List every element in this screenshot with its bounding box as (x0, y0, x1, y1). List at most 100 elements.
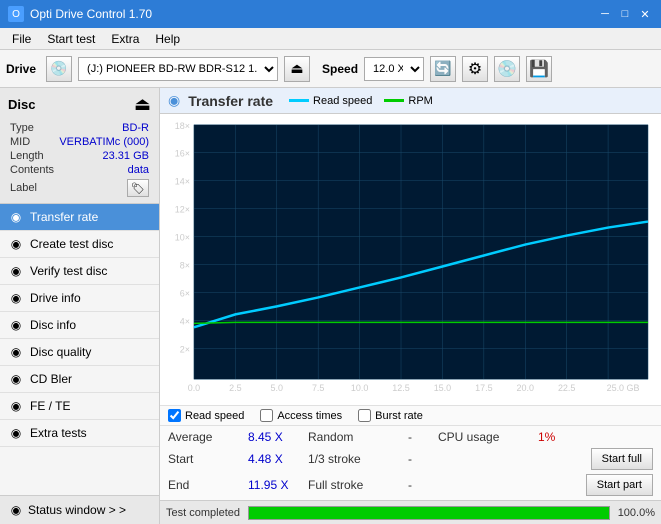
start-part-button[interactable]: Start part (586, 474, 653, 496)
sidebar-item-label: Create test disc (30, 237, 113, 251)
chart-header: ◉ Transfer rate Read speed RPM (160, 88, 661, 114)
sidebar-item-transfer-rate[interactable]: ◉ Transfer rate (0, 204, 159, 231)
sidebar-item-drive-info[interactable]: ◉ Drive info (0, 285, 159, 312)
eject-button[interactable]: ⏏ (284, 56, 310, 82)
app-title: Opti Drive Control 1.70 (30, 7, 152, 21)
average-value: 8.45 X (248, 430, 308, 444)
disc-length-row: Length 23.31 GB (4, 149, 155, 163)
start-full-button[interactable]: Start full (591, 448, 653, 470)
svg-text:16×: 16× (175, 149, 190, 159)
status-text: Test completed (166, 507, 240, 519)
window-controls[interactable]: ─ □ ✕ (597, 6, 653, 22)
read-speed-checkbox[interactable]: Read speed (168, 409, 244, 422)
stats-row-1: Average 8.45 X Random - CPU usage 1% (168, 428, 653, 446)
svg-text:10.0: 10.0 (351, 383, 368, 393)
svg-text:22.5: 22.5 (558, 383, 575, 393)
end-value: 11.95 X (248, 478, 308, 492)
svg-text:2×: 2× (180, 344, 190, 354)
settings-button[interactable]: ⚙ (462, 56, 488, 82)
progress-bar (248, 506, 610, 520)
menu-extra[interactable]: Extra (103, 30, 147, 48)
refresh-button[interactable]: 🔄 (430, 56, 456, 82)
status-window-button[interactable]: ◉ Status window > > (0, 495, 159, 524)
legend-read-label: Read speed (313, 95, 372, 107)
sidebar-item-label: Verify test disc (30, 264, 107, 278)
sidebar-item-cd-bler[interactable]: ◉ CD Bler (0, 366, 159, 393)
bottom-area: Test completed 100.0% (160, 500, 661, 524)
access-times-check[interactable] (260, 409, 273, 422)
legend-read-speed: Read speed (289, 95, 372, 107)
drive-info-icon: ◉ (8, 290, 24, 306)
type-label: Type (10, 122, 34, 134)
svg-text:5.0: 5.0 (271, 383, 283, 393)
fe-te-icon: ◉ (8, 398, 24, 414)
svg-text:8×: 8× (180, 260, 190, 270)
verify-disc-icon: ◉ (8, 263, 24, 279)
menu-help[interactable]: Help (147, 30, 188, 48)
status-window-icon: ◉ (8, 502, 24, 518)
contents-label: Contents (10, 164, 54, 176)
chart-svg-container: 18× 16× 14× 12× 10× 8× 6× 4× 2× 0.0 2.5 … (160, 114, 661, 405)
create-disc-icon: ◉ (8, 236, 24, 252)
drive-select[interactable]: (J:) PIONEER BD-RW BDR-S12 1.03 (78, 57, 278, 81)
average-label: Average (168, 430, 248, 444)
read-speed-check[interactable] (168, 409, 181, 422)
speed-label: Speed (322, 62, 358, 76)
app-icon: O (8, 6, 24, 22)
disc-info-icon: ◉ (8, 317, 24, 333)
random-value: - (408, 430, 438, 444)
access-times-label: Access times (277, 410, 342, 422)
minimize-button[interactable]: ─ (597, 6, 613, 22)
svg-text:7.5: 7.5 (312, 383, 324, 393)
start-value: 4.48 X (248, 452, 308, 466)
length-value: 23.31 GB (103, 150, 149, 162)
svg-text:17.5: 17.5 (475, 383, 492, 393)
full-stroke-value: - (408, 478, 438, 492)
sidebar-item-verify-test-disc[interactable]: ◉ Verify test disc (0, 258, 159, 285)
maximize-button[interactable]: □ (617, 6, 633, 22)
cpu-label: CPU usage (438, 430, 538, 444)
svg-text:20.0: 20.0 (517, 383, 534, 393)
sidebar-item-label: Transfer rate (30, 210, 98, 224)
menu-start-test[interactable]: Start test (39, 30, 103, 48)
disc-section: Disc ⏏ Type BD-R MID VERBATIMc (000) Len… (0, 88, 159, 204)
svg-text:10×: 10× (175, 233, 190, 243)
cd-bler-icon: ◉ (8, 371, 24, 387)
type-value: BD-R (122, 122, 149, 134)
disc-quality-icon: ◉ (8, 344, 24, 360)
sidebar-item-disc-quality[interactable]: ◉ Disc quality (0, 339, 159, 366)
chart-area: ◉ Transfer rate Read speed RPM (160, 88, 661, 524)
burst-rate-check[interactable] (358, 409, 371, 422)
disc-button[interactable]: 💿 (494, 56, 520, 82)
burst-rate-checkbox[interactable]: Burst rate (358, 409, 423, 422)
sidebar-item-label: Disc quality (30, 345, 91, 359)
svg-text:25.0 GB: 25.0 GB (607, 383, 640, 393)
drive-label: Drive (6, 62, 36, 76)
disc-label-row: Label 🏷 (4, 177, 155, 199)
legend-read-color (289, 99, 309, 102)
stroke13-label: 1/3 stroke (308, 452, 408, 466)
sidebar-item-label: Extra tests (30, 426, 87, 440)
mid-label: MID (10, 136, 30, 148)
disc-type-row: Type BD-R (4, 121, 155, 135)
toolbar: Drive 💿 (J:) PIONEER BD-RW BDR-S12 1.03 … (0, 50, 661, 88)
main-layout: Disc ⏏ Type BD-R MID VERBATIMc (000) Len… (0, 88, 661, 524)
label-icon-button[interactable]: 🏷 (127, 179, 149, 197)
sidebar-item-fe-te[interactable]: ◉ FE / TE (0, 393, 159, 420)
sidebar-item-label: CD Bler (30, 372, 72, 386)
close-button[interactable]: ✕ (637, 6, 653, 22)
save-button[interactable]: 💾 (526, 56, 552, 82)
mid-value: VERBATIMc (000) (59, 136, 149, 148)
sidebar-item-extra-tests[interactable]: ◉ Extra tests (0, 420, 159, 447)
svg-text:15.0: 15.0 (434, 383, 451, 393)
disc-eject-icon[interactable]: ⏏ (134, 94, 151, 115)
stroke13-value: - (408, 452, 438, 466)
access-times-checkbox[interactable]: Access times (260, 409, 342, 422)
speed-select[interactable]: 12.0 X (364, 57, 424, 81)
sidebar-item-create-test-disc[interactable]: ◉ Create test disc (0, 231, 159, 258)
sidebar-item-disc-info[interactable]: ◉ Disc info (0, 312, 159, 339)
menu-file[interactable]: File (4, 30, 39, 48)
progress-fill (249, 507, 609, 519)
drive-icon-btn[interactable]: 💿 (46, 56, 72, 82)
progress-text: 100.0% (618, 507, 655, 519)
